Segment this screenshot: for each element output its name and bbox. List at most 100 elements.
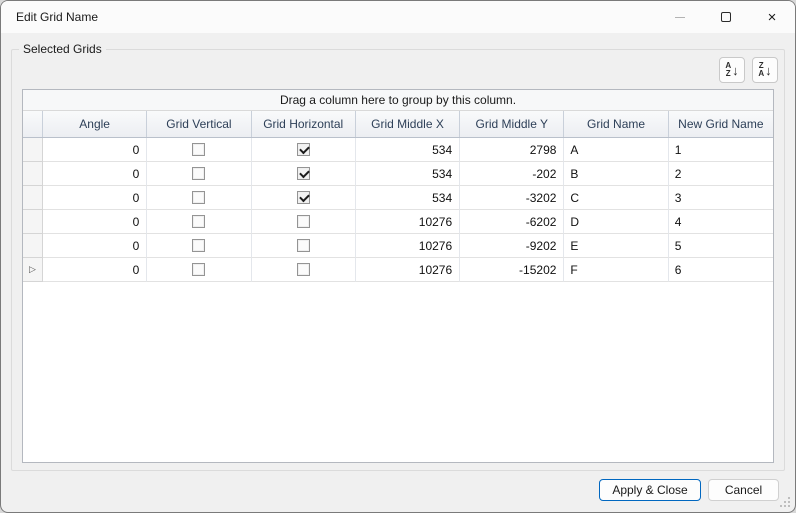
sort-descending-button[interactable]: Z A ↓ xyxy=(752,57,778,83)
cell-angle[interactable]: 0 xyxy=(43,210,148,234)
cell-grid-name[interactable]: E xyxy=(564,234,669,258)
table-header-row: Angle Grid Vertical Grid Horizontal Grid… xyxy=(23,111,773,138)
grid-horizontal-checkbox[interactable] xyxy=(296,263,310,276)
cell-grid-middle-x[interactable]: 534 xyxy=(355,162,461,186)
row-selector[interactable] xyxy=(23,138,43,162)
cell-grid-horizontal[interactable] xyxy=(251,234,356,258)
cell-grid-middle-y[interactable]: -3202 xyxy=(460,186,565,210)
row-selector[interactable] xyxy=(23,162,43,186)
cell-new-grid-name[interactable]: 4 xyxy=(668,210,773,234)
row-focus-icon: ▷ xyxy=(29,264,36,274)
cell-grid-middle-y[interactable]: -9202 xyxy=(460,234,565,258)
cell-grid-vertical[interactable] xyxy=(147,234,252,258)
maximize-button[interactable] xyxy=(703,1,749,33)
cell-grid-vertical[interactable] xyxy=(147,258,252,282)
sort-descending-icon: Z A xyxy=(758,62,764,78)
cell-grid-horizontal[interactable] xyxy=(251,210,356,234)
cell-grid-vertical[interactable] xyxy=(147,186,252,210)
groupbox-label: Selected Grids xyxy=(19,42,106,56)
cell-grid-horizontal[interactable] xyxy=(251,162,356,186)
cell-grid-name[interactable]: D xyxy=(564,210,669,234)
cell-grid-middle-x[interactable]: 534 xyxy=(355,186,461,210)
row-selector[interactable] xyxy=(23,186,43,210)
window-title: Edit Grid Name xyxy=(16,10,99,24)
cell-new-grid-name[interactable]: 6 xyxy=(668,258,773,282)
cell-grid-middle-y[interactable]: 2798 xyxy=(460,138,565,162)
grid-horizontal-checkbox[interactable] xyxy=(296,167,310,180)
sort-arrow-icon: ↓ xyxy=(732,62,739,78)
sort-letter-bottom: Z xyxy=(725,69,731,78)
cancel-button[interactable]: Cancel xyxy=(708,479,779,501)
cell-grid-name[interactable]: F xyxy=(564,258,669,282)
cell-grid-middle-y[interactable]: -15202 xyxy=(460,258,565,282)
close-button[interactable]: × xyxy=(749,1,795,33)
sort-ascending-icon: A Z xyxy=(725,62,731,78)
cell-angle[interactable]: 0 xyxy=(43,258,148,282)
grid-vertical-checkbox[interactable] xyxy=(192,263,206,276)
column-header-grid-name[interactable]: Grid Name xyxy=(564,111,669,137)
table-row: 0 10276 -9202 E 5 xyxy=(23,234,773,258)
cell-grid-middle-y[interactable]: -6202 xyxy=(460,210,565,234)
cell-angle[interactable]: 0 xyxy=(43,162,148,186)
sort-arrow-icon: ↓ xyxy=(765,62,772,78)
close-icon: × xyxy=(767,8,777,26)
cell-new-grid-name[interactable]: 5 xyxy=(668,234,773,258)
column-header-grid-horizontal[interactable]: Grid Horizontal xyxy=(252,111,356,137)
grid-horizontal-checkbox[interactable] xyxy=(296,191,310,204)
window-controls: × xyxy=(657,1,795,33)
table-row: ▷ 0 10276 -15202 F 6 xyxy=(23,258,773,282)
table-row: 0 534 -3202 C 3 xyxy=(23,186,773,210)
selected-grids-groupbox: Selected Grids A Z ↓ Z A ↓ Drag a column… xyxy=(11,42,785,471)
sort-letter-bottom: A xyxy=(758,69,765,78)
title-bar: Edit Grid Name × xyxy=(1,1,795,33)
column-header-grid-middle-y[interactable]: Grid Middle Y xyxy=(460,111,565,137)
cell-grid-horizontal[interactable] xyxy=(251,258,356,282)
column-header-angle[interactable]: Angle xyxy=(43,111,148,137)
cell-grid-vertical[interactable] xyxy=(147,210,252,234)
grid-horizontal-checkbox[interactable] xyxy=(296,239,310,252)
maximize-icon xyxy=(721,12,731,22)
grid-horizontal-checkbox[interactable] xyxy=(296,215,310,228)
cell-grid-middle-x[interactable]: 10276 xyxy=(355,234,461,258)
edit-grid-name-dialog: Edit Grid Name × Selected Grids A Z ↓ Z … xyxy=(0,0,796,513)
grid-vertical-checkbox[interactable] xyxy=(192,143,206,156)
grid-vertical-checkbox[interactable] xyxy=(192,191,206,204)
cell-grid-name[interactable]: A xyxy=(564,138,669,162)
column-header-new-grid-name[interactable]: New Grid Name xyxy=(669,111,773,137)
table-row: 0 534 2798 A 1 xyxy=(23,138,773,162)
minimize-button[interactable] xyxy=(657,1,703,33)
column-header-grid-middle-x[interactable]: Grid Middle X xyxy=(356,111,461,137)
grid-horizontal-checkbox[interactable] xyxy=(296,143,310,156)
column-header-grid-vertical[interactable]: Grid Vertical xyxy=(147,111,252,137)
row-selector[interactable] xyxy=(23,234,43,258)
row-selector[interactable] xyxy=(23,210,43,234)
grid-vertical-checkbox[interactable] xyxy=(192,215,206,228)
cell-angle[interactable]: 0 xyxy=(43,186,148,210)
cell-grid-vertical[interactable] xyxy=(147,162,252,186)
grid-vertical-checkbox[interactable] xyxy=(192,239,206,252)
sort-ascending-button[interactable]: A Z ↓ xyxy=(719,57,745,83)
grid-vertical-checkbox[interactable] xyxy=(192,167,206,180)
cell-grid-name[interactable]: C xyxy=(564,186,669,210)
cell-new-grid-name[interactable]: 1 xyxy=(668,138,773,162)
cell-grid-horizontal[interactable] xyxy=(251,138,356,162)
cell-grid-vertical[interactable] xyxy=(147,138,252,162)
cell-grid-middle-x[interactable]: 534 xyxy=(355,138,461,162)
cell-grid-middle-x[interactable]: 10276 xyxy=(355,210,461,234)
resize-grip[interactable] xyxy=(780,497,791,508)
group-by-drop-area[interactable]: Drag a column here to group by this colu… xyxy=(23,90,773,111)
cell-grid-horizontal[interactable] xyxy=(251,186,356,210)
cell-new-grid-name[interactable]: 2 xyxy=(668,162,773,186)
row-selector[interactable]: ▷ xyxy=(23,258,43,282)
cell-grid-middle-x[interactable]: 10276 xyxy=(355,258,461,282)
apply-close-button[interactable]: Apply & Close xyxy=(599,479,701,501)
cell-grid-middle-y[interactable]: -202 xyxy=(460,162,565,186)
cell-angle[interactable]: 0 xyxy=(43,138,148,162)
selected-grids-table: Drag a column here to group by this colu… xyxy=(22,89,774,463)
table-row: 0 10276 -6202 D 4 xyxy=(23,210,773,234)
cell-grid-name[interactable]: B xyxy=(564,162,669,186)
cell-new-grid-name[interactable]: 3 xyxy=(668,186,773,210)
table-row: 0 534 -202 B 2 xyxy=(23,162,773,186)
cell-angle[interactable]: 0 xyxy=(43,234,148,258)
sort-toolbar: A Z ↓ Z A ↓ xyxy=(719,57,778,83)
